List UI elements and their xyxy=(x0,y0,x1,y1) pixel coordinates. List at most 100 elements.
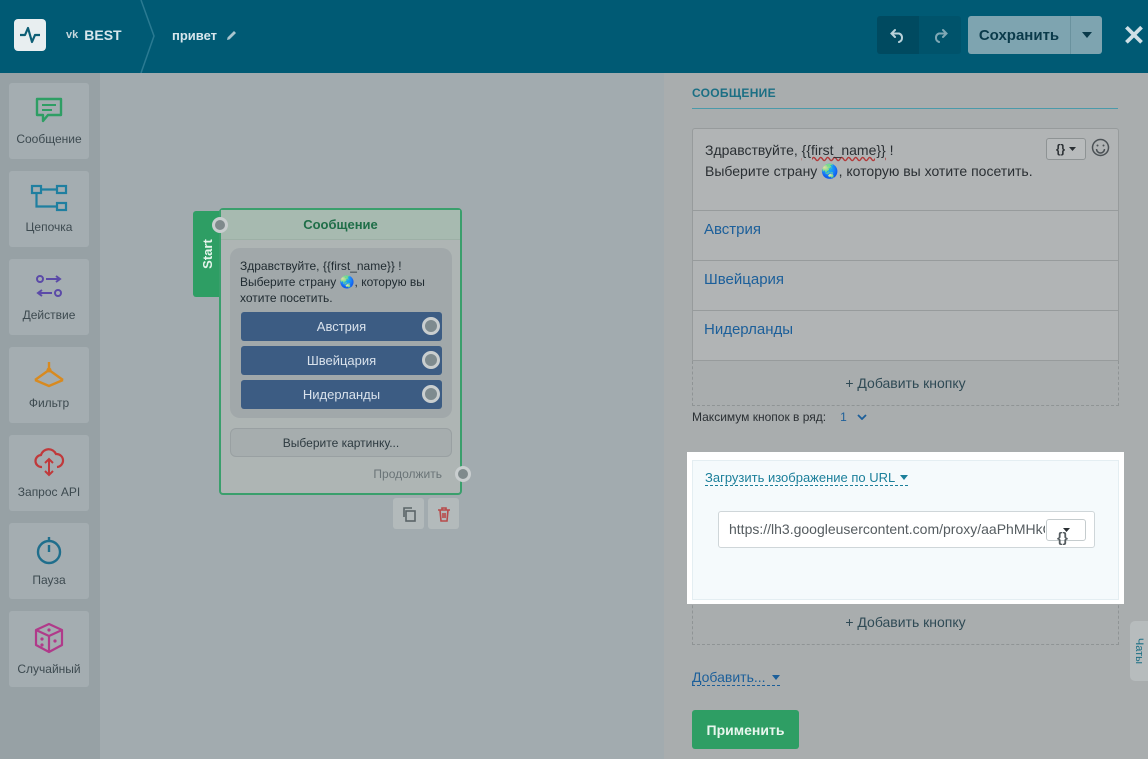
cloud-api-icon xyxy=(34,448,65,477)
tool-label: Сообщение xyxy=(16,132,82,146)
project-selector[interactable]: vk BEST xyxy=(66,27,122,43)
node-button-label: Швейцария xyxy=(306,353,377,368)
message-icon xyxy=(35,97,63,123)
button-output-port[interactable] xyxy=(422,385,440,403)
chain-icon xyxy=(30,184,68,212)
tool-action[interactable]: Действие xyxy=(9,259,89,335)
tool-message[interactable]: Сообщение xyxy=(9,83,89,159)
node-toolbar xyxy=(393,498,459,529)
panel-divider xyxy=(692,108,1118,109)
project-name: BEST xyxy=(84,27,122,43)
panel-title: СООБЩЕНИЕ xyxy=(692,86,776,100)
tool-random[interactable]: Случайный xyxy=(9,611,89,687)
tool-label: Случайный xyxy=(17,662,81,676)
dice-icon xyxy=(34,622,64,654)
caret-down-icon xyxy=(771,674,780,680)
first-name-variable: {{first_name}} xyxy=(801,142,886,158)
redo-button[interactable] xyxy=(919,16,961,54)
node-button-switzerland[interactable]: Швейцария xyxy=(241,346,442,375)
save-controls: Сохранить xyxy=(968,16,1102,54)
max-buttons-value: 1 xyxy=(840,410,847,424)
tool-label: Запрос API xyxy=(17,485,81,499)
message-greeting: Здравствуйте, xyxy=(705,142,802,158)
button-output-port[interactable] xyxy=(422,351,440,369)
tool-filter[interactable]: Фильтр xyxy=(9,347,89,423)
option-austria[interactable]: Австрия xyxy=(692,211,1119,261)
message-question: Выберите страну 🌏, которую вы хотите пос… xyxy=(705,163,1033,179)
node-message-line: Выберите страну 🌏, которую вы хотите пос… xyxy=(240,275,425,305)
tool-label: Пауза xyxy=(32,573,66,587)
node-button-label: Нидерланды xyxy=(302,387,381,402)
undo-icon xyxy=(890,29,903,43)
node-button-austria[interactable]: Австрия xyxy=(241,312,442,341)
save-button[interactable]: Сохранить xyxy=(968,16,1070,54)
image-url-input[interactable]: https://lh3.googleusercontent.com/proxy/… xyxy=(718,511,1095,548)
caret-down-icon xyxy=(1069,147,1077,151)
braces-icon: {} xyxy=(1055,142,1066,156)
insert-variable-button[interactable]: {} xyxy=(1046,138,1086,160)
message-text: Здравствуйте, {{first_name}} ! Выберите … xyxy=(705,140,1035,182)
upload-image-url-label: Загрузить изображение по URL xyxy=(705,470,896,485)
add-button-button[interactable]: + Добавить кнопку xyxy=(692,361,1119,406)
copy-icon xyxy=(402,506,416,522)
tool-pause[interactable]: Пауза xyxy=(9,523,89,599)
flow-name-label: привет xyxy=(172,28,218,43)
properties-panel: СООБЩЕНИЕ Здравствуйте, {{first_name}} !… xyxy=(664,73,1148,759)
chevron-down-icon xyxy=(857,414,867,420)
image-url-block: Загрузить изображение по URL https://lh3… xyxy=(687,452,1124,604)
breadcrumb-separator xyxy=(140,0,155,73)
continue-output-port[interactable] xyxy=(455,466,471,482)
upload-image-url-dropdown[interactable]: Загрузить изображение по URL xyxy=(705,470,909,486)
button-output-port[interactable] xyxy=(422,317,440,335)
pencil-icon[interactable] xyxy=(225,29,238,42)
node-message-line: Здравствуйте, {{first_name}} ! xyxy=(240,259,402,273)
tool-label: Действие xyxy=(22,308,76,322)
redo-icon xyxy=(935,29,948,43)
tool-api-request[interactable]: Запрос API xyxy=(9,435,89,511)
undo-button[interactable] xyxy=(877,16,919,54)
app-logo-icon[interactable] xyxy=(14,19,46,51)
message-node[interactable]: Сообщение Здравствуйте, {{first_name}} !… xyxy=(212,208,471,495)
tool-label: Цепочка xyxy=(25,220,73,234)
chats-tab[interactable]: Чаты xyxy=(1130,621,1148,681)
add-button-button-2[interactable]: + Добавить кнопку xyxy=(692,600,1119,645)
node-input-port[interactable] xyxy=(212,217,228,233)
close-icon[interactable]: ✕ xyxy=(1120,20,1148,51)
choose-image-button[interactable]: Выберите картинку... xyxy=(230,428,452,457)
history-controls xyxy=(877,16,961,54)
node-button-label: Австрия xyxy=(316,319,367,334)
chats-label: Чаты xyxy=(1133,637,1145,665)
stopwatch-icon xyxy=(36,537,62,565)
node-message-text: Здравствуйте, {{first_name}} ! Выберите … xyxy=(240,258,445,306)
emoji-icon[interactable] xyxy=(1091,138,1110,157)
tool-sidebar: Сообщение Цепочка Действие Фильтр Запрос… xyxy=(0,73,100,759)
filter-icon xyxy=(34,362,64,388)
message-greeting-end: ! xyxy=(885,142,894,158)
max-buttons-select[interactable]: 1 xyxy=(840,410,867,424)
add-menu-dropdown[interactable]: Добавить... xyxy=(692,669,780,686)
insert-variable-button[interactable]: {} xyxy=(1046,519,1086,545)
node-button-netherlands[interactable]: Нидерланды xyxy=(241,380,442,409)
max-buttons-label: Максимум кнопок в ряд: xyxy=(692,410,827,424)
message-textarea[interactable]: Здравствуйте, {{first_name}} ! Выберите … xyxy=(692,128,1119,211)
delete-node-button[interactable] xyxy=(428,498,459,529)
continue-label: Продолжить xyxy=(373,467,442,481)
add-menu-label: Добавить... xyxy=(692,669,766,685)
caret-down-icon xyxy=(1081,32,1092,38)
top-bar: vk BEST привет Сохранить ✕ xyxy=(0,0,1148,73)
option-switzerland[interactable]: Швейцария xyxy=(692,261,1119,311)
tool-chain[interactable]: Цепочка xyxy=(9,171,89,247)
save-options-button[interactable] xyxy=(1070,16,1102,54)
image-url-value: https://lh3.googleusercontent.com/proxy/… xyxy=(729,521,1045,537)
braces-icon: {} xyxy=(1057,529,1068,545)
node-title: Сообщение xyxy=(221,210,460,240)
image-url-card: Загрузить изображение по URL https://lh3… xyxy=(692,460,1119,600)
max-buttons-row: Максимум кнопок в ряд: 1 xyxy=(692,410,867,424)
caret-down-icon xyxy=(900,475,909,480)
node-message-bubble: Здравствуйте, {{first_name}} ! Выберите … xyxy=(230,248,452,418)
duplicate-node-button[interactable] xyxy=(393,498,424,529)
apply-button[interactable]: Применить xyxy=(692,710,799,749)
flow-name[interactable]: привет xyxy=(172,28,238,43)
option-netherlands[interactable]: Нидерланды xyxy=(692,311,1119,361)
action-icon xyxy=(36,275,62,297)
